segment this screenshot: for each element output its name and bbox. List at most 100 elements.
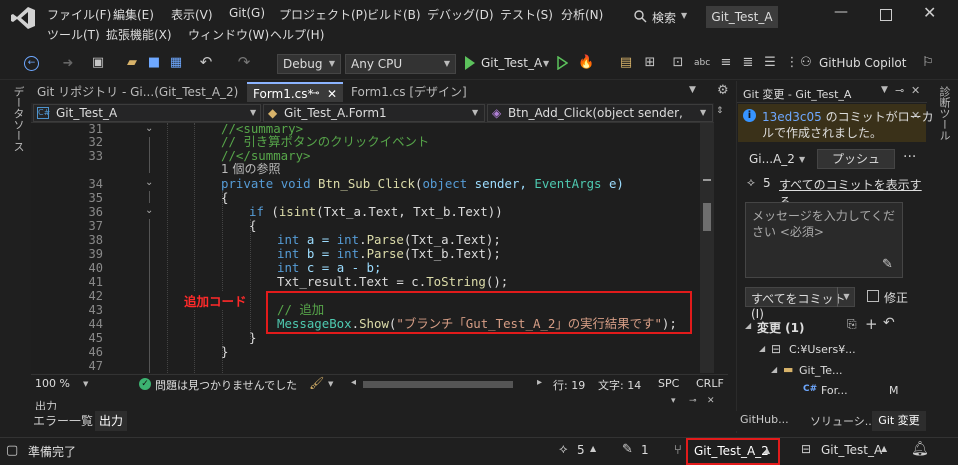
menu-edit[interactable]: 編集(E) [113,6,154,23]
fold-chevron-icon[interactable]: ⌄ [145,123,153,134]
search-box[interactable]: 検索 ▼ [632,8,692,26]
menu-view[interactable]: 表示(V) [171,6,213,23]
menu-analyze[interactable]: 分析(N) [561,6,603,23]
redo-icon[interactable]: ↷ [236,54,252,70]
collapse-triangle-icon[interactable]: ◢ [771,365,777,374]
tab-form1-cs[interactable]: Form1.cs* ⊸ ✕ [247,82,343,102]
comment-icon[interactable]: ☰ [762,55,778,71]
run-target-label[interactable]: Git_Test_A [481,56,542,70]
chevron-down-icon[interactable]: ▼ [881,85,888,95]
start-without-debug-icon[interactable] [557,56,568,70]
menu-tools[interactable]: ツール(T) [47,26,100,43]
amend-checkbox[interactable] [867,290,879,302]
undo-changes-icon[interactable]: ↶ [883,315,895,331]
chevron-down-icon[interactable]: ▼ [328,380,333,388]
commit-options-chevron-icon[interactable]: ▼ [837,287,855,307]
menu-help[interactable]: ヘルプ(H) [270,26,324,43]
collapse-triangle-icon[interactable]: ◢ [745,321,751,330]
chevron-down-icon[interactable]: ▼ [83,380,88,388]
menu-file[interactable]: ファイル(F) [47,6,111,23]
current-repository[interactable]: Git_Test_A [821,443,882,457]
diagnostics-tab[interactable]: 診断ツール [936,86,952,141]
tab-list-chevron-icon[interactable]: ▼ [689,85,696,95]
minimize-icon[interactable]: — [834,4,848,20]
stage-all-plus-icon[interactable]: + [865,315,878,333]
scroll-left-icon[interactable]: ◂ [351,377,356,388]
branch-dropdown[interactable]: Gi...A_2 ▼ [745,149,809,169]
align-icon[interactable]: ≡ [718,55,734,71]
tree-file[interactable]: For... [821,384,848,397]
notifications-bell-icon[interactable]: 🔔︎ [911,441,929,457]
undo-icon[interactable]: ↶ [198,54,214,70]
close-icon[interactable]: ✕ [923,3,936,22]
indent-icon[interactable]: ≣ [740,55,756,71]
pin-icon[interactable]: ⊸ [895,84,904,97]
scroll-right-icon[interactable]: ▸ [537,377,542,388]
branch-status-highlight[interactable]: ⑂ Git_Test_A_2 ▲ [674,438,780,465]
tab-form1-design[interactable]: Form1.cs [デザイン] [345,82,475,102]
back-icon[interactable]: ← [24,56,39,71]
pending-changes-pencil-icon[interactable]: ✎ [622,442,633,457]
class-dropdown[interactable]: ◆ Git_Test_A.Form1 ▼ [263,104,485,122]
settings-gear-icon[interactable]: ⚙ [717,83,729,98]
bookmark-icon[interactable]: ⊡ [670,55,686,71]
account-icon[interactable]: ⚐ [920,55,936,71]
notification-output-icon[interactable]: ▢ [6,443,18,458]
close-icon[interactable]: ✕ [911,109,920,122]
chevron-up-icon[interactable]: ▲ [881,444,887,453]
save-all-icon[interactable]: ▦ [168,55,184,71]
tree-folder[interactable]: Git_Te... [799,364,843,377]
fold-chevron-icon[interactable]: ⌄ [145,205,153,216]
copilot-suggest-icon[interactable]: ✎ [882,257,893,272]
vertical-scrollbar[interactable] [700,123,714,373]
pin-icon[interactable]: ⊸ [311,84,319,104]
commit-hash-link[interactable]: 13ed3c05 [762,110,822,124]
tab-git-repository[interactable]: Git リポジトリ - Gi...(Git_Test_A_2) [31,82,245,102]
close-icon[interactable]: ✕ [707,396,715,406]
split-editor-icon[interactable]: ⇕ [716,106,724,116]
push-button[interactable]: プッシュ [817,149,895,169]
changes-header[interactable]: 変更 (1) [757,319,805,336]
cursor-column[interactable]: 文字: 14 [598,377,641,393]
copilot-icon[interactable]: ⚇ [798,55,814,71]
horizontal-scrollbar-thumb[interactable] [363,381,513,388]
save-icon[interactable]: ■ [146,55,162,71]
codelens-references[interactable]: 1 個の参照 [221,162,280,177]
tab-github[interactable]: GitHub... [740,413,800,426]
stash-icon[interactable]: ⎘ [847,317,857,332]
close-icon[interactable]: ✕ [911,84,920,97]
member-dropdown[interactable]: ◈ Btn_Add_Click(object sender, EventA ▼ [487,104,713,122]
cursor-line[interactable]: 行: 19 [553,377,585,393]
data-sources-tab[interactable]: データソース [10,86,26,152]
new-project-icon[interactable]: ▣ [90,55,106,71]
tab-solution[interactable]: ソリューシ... [810,413,880,429]
tab-output[interactable]: 出力 [95,411,127,431]
menu-project[interactable]: プロジェクト(P) [279,6,368,23]
tab-git-changes[interactable]: Git 変更 [872,411,926,431]
maximize-icon[interactable] [880,9,892,21]
scrollbar-thumb[interactable] [703,203,711,231]
menu-build[interactable]: ビルド(B) [367,6,421,23]
tree-folder-path[interactable]: C:¥Users¥... [789,343,856,356]
properties-icon[interactable]: ⊞ [642,55,658,71]
solution-explorer-icon[interactable]: ▤ [618,55,634,71]
spell-check-icon[interactable]: abc [694,55,710,71]
pin-icon[interactable]: ⊸ [689,396,697,406]
chevron-up-icon[interactable]: ▲ [590,444,596,453]
close-tab-icon[interactable]: ✕ [327,84,337,104]
cleanup-brush-icon[interactable]: 🖌 [309,376,324,390]
repository-icon[interactable]: ⊟ [801,442,811,456]
tab-error-list[interactable]: エラー一覧 [31,411,95,431]
configuration-select[interactable]: Debug ▼ [277,54,341,74]
menu-git[interactable]: Git(G) [229,6,265,20]
menu-debug[interactable]: デバッグ(D) [427,6,494,23]
whitespace-mode[interactable]: SPC [658,377,679,390]
menu-window[interactable]: ウィンドウ(W) [188,26,269,43]
project-dropdown[interactable]: C# Git_Test_A ▼ [33,104,261,122]
commits-up-count[interactable]: 5 [577,443,585,457]
forward-icon[interactable]: ➜ [60,56,76,72]
chevron-down-icon[interactable]: ▼ [543,59,549,68]
menu-test[interactable]: テスト(S) [500,6,553,23]
fold-chevron-icon[interactable]: ⌄ [145,177,153,188]
github-copilot-label[interactable]: GitHub Copilot [819,56,906,70]
